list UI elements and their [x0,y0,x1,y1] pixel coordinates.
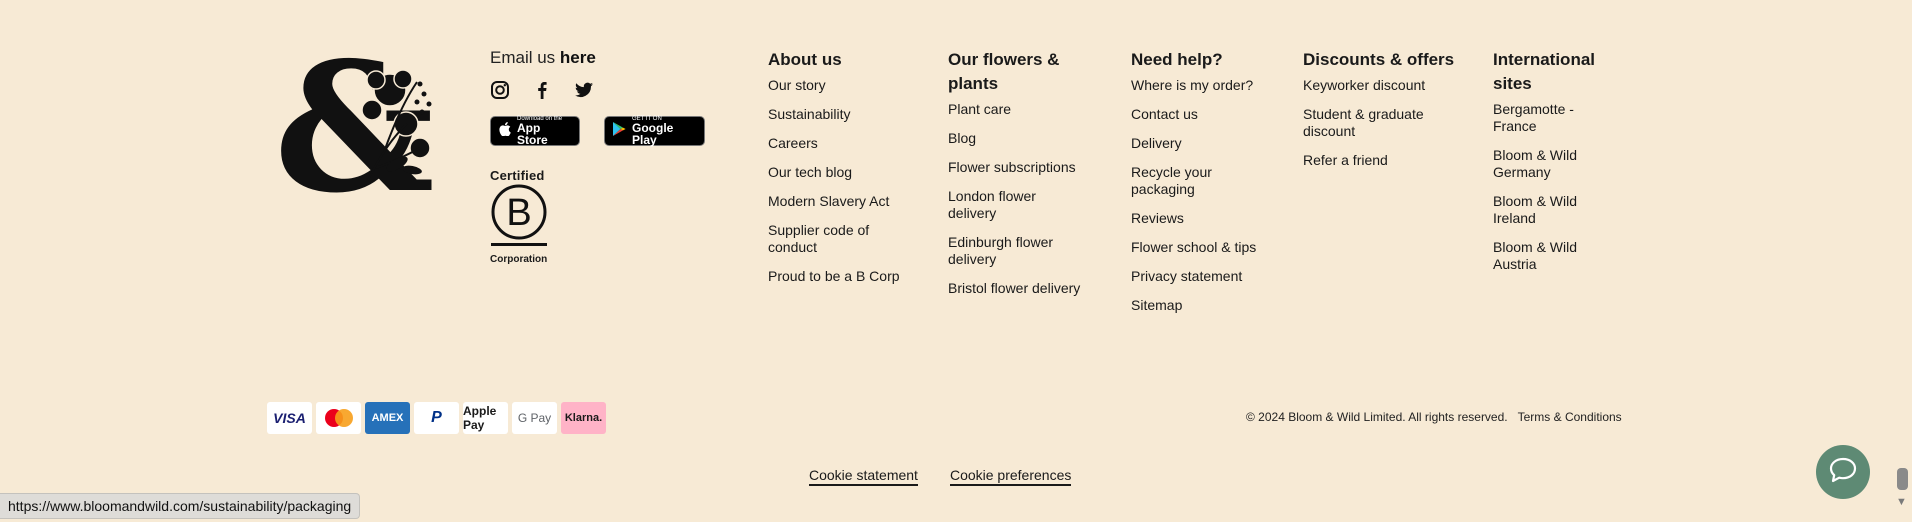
google-play-icon [613,121,626,141]
footer-link[interactable]: Supplier code of conduct [768,222,888,256]
column-title: International sites [1493,50,1596,93]
footer-link[interactable]: Modern Slavery Act [768,193,928,210]
footer-link[interactable]: Delivery [1131,135,1281,152]
app-store-badges: Download on the App Store GET IT ON Goog… [490,116,705,146]
footer-link[interactable]: Blog [948,130,1098,147]
column-title: Need help? [1131,50,1223,69]
status-bar-url: https://www.bloomandwild.com/sustainabil… [0,493,361,519]
facebook-icon[interactable] [532,80,552,100]
b-corp-logo-icon: B [491,184,547,246]
cookie-preferences-link[interactable]: Cookie preferences [949,467,1072,486]
paypal-icon: P [414,402,459,434]
column-title: Our flowers & plants [948,50,1060,93]
footer-link[interactable]: Refer a friend [1303,152,1473,169]
footer-link[interactable]: Flower school & tips [1131,239,1281,256]
google-play-badge[interactable]: GET IT ON Google Play [604,116,705,146]
footer-link[interactable]: Bristol flower delivery [948,280,1098,297]
email-us-text: Email us [490,48,556,67]
google-play-big-text: Google Play [632,121,674,147]
footer-link[interactable]: Where is my order? [1131,77,1281,94]
footer-link[interactable]: Contact us [1131,106,1281,123]
footer-link[interactable]: Reviews [1131,210,1281,227]
email-us-link[interactable]: here [560,48,596,67]
apple-pay-icon: Apple Pay [463,402,508,434]
bloom-and-wild-logo[interactable]: & [272,23,442,232]
footer-link[interactable]: Flower subscriptions [948,159,1098,176]
app-store-badge[interactable]: Download on the App Store [490,116,580,146]
payment-methods: VISA AMEX P Apple Pay G Pay Klarna. [267,402,606,434]
amex-icon: AMEX [365,402,410,434]
klarna-icon: Klarna. [561,402,606,434]
footer-link[interactable]: Edinburgh flower delivery [948,234,1068,268]
footer-link[interactable]: Bergamotte - France [1493,101,1588,135]
visa-icon: VISA [267,402,312,434]
instagram-icon[interactable] [490,80,510,100]
footer-link[interactable]: London flower delivery [948,188,1058,222]
discounts-column: Discounts & offers Keyworker discount St… [1303,48,1473,181]
mastercard-icon [316,402,361,434]
footer-link[interactable]: Student & graduate discount [1303,106,1433,140]
b-corp-corporation-text: Corporation [490,254,548,265]
copyright-text: © 2024 Bloom & Wild Limited. All rights … [1246,410,1508,424]
column-title: About us [768,50,842,69]
b-corp-badge[interactable]: Certified B Corporation [490,168,550,265]
scroll-down-arrow-icon[interactable]: ▼ [1896,496,1907,508]
svg-text:B: B [506,192,531,234]
footer-link[interactable]: Our story [768,77,928,94]
scrollbar-thumb[interactable] [1897,468,1908,490]
footer-link[interactable]: Keyworker discount [1303,77,1473,94]
footer-link[interactable]: Sitemap [1131,297,1281,314]
cookie-links: Cookie statement Cookie preferences [809,467,1072,486]
cookie-statement-link[interactable]: Cookie statement [809,467,918,486]
international-sites-column: International sites Bergamotte - France … [1493,48,1603,285]
column-title: Discounts & offers [1303,50,1455,69]
footer-link[interactable]: Bloom & Wild Ireland [1493,193,1588,227]
chat-bubble-icon [1828,456,1858,489]
about-us-column: About us Our story Sustainability Career… [768,48,928,297]
apple-icon [499,121,511,141]
footer-link[interactable]: Careers [768,135,928,152]
footer-link[interactable]: Sustainability [768,106,928,123]
terms-link[interactable]: Terms & Conditions [1518,410,1622,424]
copyright-row: © 2024 Bloom & Wild Limited. All rights … [1246,410,1622,424]
our-flowers-column: Our flowers & plants Plant care Blog Flo… [948,48,1098,309]
contact-block: Email us here Download on the App Store [490,48,705,265]
footer-link[interactable]: Our tech blog [768,164,928,181]
need-help-column: Need help? Where is my order? Contact us… [1131,48,1281,326]
footer-link[interactable]: Bloom & Wild Austria [1493,239,1588,273]
twitter-icon[interactable] [574,80,594,100]
footer-link[interactable]: Privacy statement [1131,268,1281,285]
google-pay-icon: G Pay [512,402,557,434]
social-links [490,80,705,100]
footer-link[interactable]: Proud to be a B Corp [768,268,928,285]
vertical-scrollbar[interactable]: ▼ [1893,0,1912,522]
footer-link[interactable]: Plant care [948,101,1098,118]
b-corp-certified-text: Certified [490,168,545,183]
chat-button[interactable] [1816,445,1870,499]
app-store-big-text: App Store [517,121,548,147]
footer-link[interactable]: Recycle your packaging [1131,164,1231,198]
footer-link[interactable]: Bloom & Wild Germany [1493,147,1588,181]
email-us-line: Email us here [490,48,705,68]
ampersand-flower-logo-icon: & [274,23,435,232]
